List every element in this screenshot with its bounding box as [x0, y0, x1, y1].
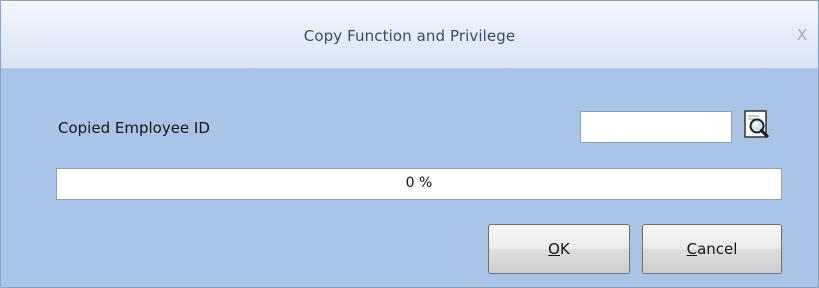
ok-mnemonic: O [548, 240, 560, 258]
cancel-mnemonic: C [686, 240, 698, 258]
ok-button[interactable]: OK [488, 224, 630, 274]
ok-label-rest: K [559, 240, 570, 258]
magnifier-document-icon [744, 110, 769, 138]
employee-id-label: Copied Employee ID [58, 119, 210, 137]
copy-progress-bar: 0 % [56, 168, 782, 200]
copy-function-dialog: Copy Function and Privilege X Copied Emp… [0, 0, 819, 288]
close-icon[interactable]: X [792, 25, 812, 45]
title-bar[interactable]: Copy Function and Privilege X [1, 1, 818, 69]
lookup-button[interactable] [740, 109, 780, 141]
employee-id-input[interactable] [580, 111, 732, 143]
cancel-button[interactable]: Cancel [642, 224, 782, 274]
progress-text: 0 % [405, 175, 433, 191]
cancel-label-rest: ancel [697, 240, 738, 258]
dialog-title: Copy Function and Privilege [303, 27, 516, 45]
